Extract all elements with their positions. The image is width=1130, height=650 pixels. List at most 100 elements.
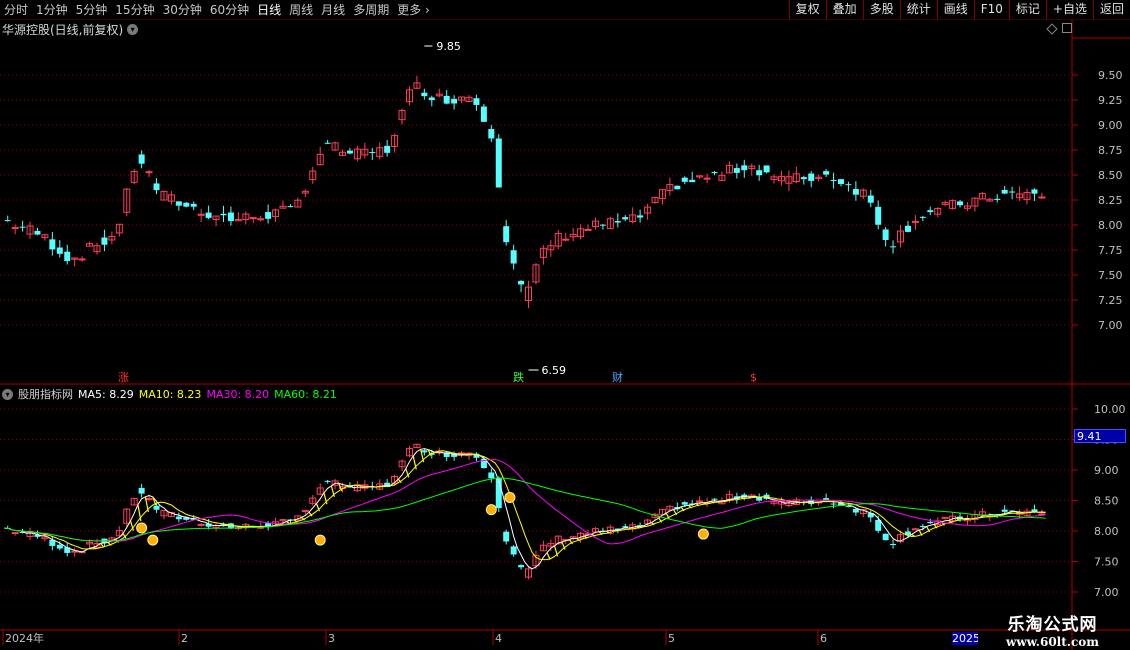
event-label-cai[interactable]: 财 bbox=[612, 371, 623, 384]
xaxis-label: 2 bbox=[181, 632, 188, 645]
ind-candle-body bbox=[175, 516, 182, 520]
main-candle-body bbox=[919, 216, 926, 218]
period-tab-4[interactable]: 30分钟 bbox=[159, 0, 206, 20]
title-dropdown-icon[interactable]: ▾ bbox=[127, 23, 139, 35]
ind-y-tick-label: 9.00 bbox=[1094, 464, 1119, 477]
main-candle-body bbox=[674, 185, 681, 190]
main-candle-body bbox=[11, 227, 19, 230]
current-price-tag: 9.41 bbox=[1074, 429, 1126, 443]
period-toolbar: 分时1分钟5分钟15分钟30分钟60分钟日线周线月线多周期更多 复权叠加多股统计… bbox=[0, 0, 1130, 20]
period-tab-1[interactable]: 1分钟 bbox=[32, 0, 72, 20]
main-candle-body bbox=[265, 212, 272, 219]
watermark: 乐淘公式网 www.60lt.com bbox=[990, 610, 1115, 649]
event-label-zhang[interactable]: 涨 bbox=[118, 371, 129, 384]
main-candle-body bbox=[249, 217, 257, 220]
period-tab-9[interactable]: 多周期 bbox=[349, 0, 393, 20]
event-label-dollar[interactable]: $ bbox=[750, 371, 757, 384]
main-candle-body bbox=[480, 106, 487, 122]
ind-candle-body bbox=[324, 480, 331, 482]
main-candle-body bbox=[64, 251, 71, 261]
main-candle-body bbox=[1001, 189, 1008, 194]
stock-title: 华源控股(日线,前复权) bbox=[2, 22, 124, 37]
tool-button-2[interactable]: 多股 bbox=[862, 0, 900, 20]
period-tab-0[interactable]: 分时 bbox=[0, 0, 32, 20]
ind-y-tick-label: 7.50 bbox=[1094, 556, 1119, 569]
ind-candle-body bbox=[495, 478, 502, 509]
main-candle-body bbox=[800, 177, 807, 180]
ind-y-tick-label: 8.50 bbox=[1094, 495, 1119, 508]
period-tab-8[interactable]: 月线 bbox=[317, 0, 349, 20]
ind-y-tick-label: 10.00 bbox=[1094, 403, 1126, 416]
watermark-cn: 乐淘公式网 bbox=[1007, 615, 1098, 635]
main-candle-body bbox=[823, 171, 830, 175]
main-candle-body bbox=[205, 212, 212, 218]
main-candle-body bbox=[138, 154, 145, 164]
period-tab-10[interactable]: 更多 bbox=[393, 0, 434, 20]
main-candle-body bbox=[287, 206, 294, 208]
signal-dot bbox=[314, 534, 326, 546]
tool-button-8[interactable]: 返回 bbox=[1092, 0, 1130, 20]
ind-candle-body bbox=[518, 565, 525, 568]
period-tab-2[interactable]: 5分钟 bbox=[72, 0, 112, 20]
period-tab-7[interactable]: 周线 bbox=[285, 0, 317, 20]
main-candle-body bbox=[689, 179, 696, 183]
main-candle-body bbox=[153, 183, 160, 191]
date-highlight: 2025 bbox=[952, 632, 978, 645]
tool-button-6[interactable]: 标记 bbox=[1008, 0, 1046, 20]
ind-y-tick-label: 8.00 bbox=[1094, 525, 1119, 538]
signal-dot bbox=[697, 528, 709, 540]
main-candle-body bbox=[830, 179, 837, 182]
indicator-name[interactable]: 股朋指标网 bbox=[18, 386, 73, 402]
signal-dot bbox=[485, 504, 497, 516]
event-label-die[interactable]: 跌 bbox=[513, 371, 524, 384]
ind-candle-body bbox=[711, 498, 718, 500]
main-candle-body bbox=[510, 250, 517, 264]
ma30-label: MA30: 8.20 bbox=[206, 387, 270, 401]
main-candle-body bbox=[904, 225, 911, 232]
ind-candle-body bbox=[488, 472, 495, 479]
main-candle-body bbox=[19, 226, 26, 228]
ind-candle-body bbox=[852, 509, 859, 513]
signal-dot bbox=[147, 534, 159, 546]
main-candle-body bbox=[733, 168, 740, 173]
main-candle-body bbox=[495, 138, 502, 188]
main-candle-body bbox=[369, 152, 376, 154]
main-candle-body bbox=[443, 95, 450, 104]
indicator-dropdown-icon[interactable]: ▾ bbox=[2, 388, 13, 400]
main-candle-body bbox=[741, 165, 748, 171]
diamond-icon[interactable] bbox=[1046, 23, 1058, 35]
main-candle-body bbox=[34, 230, 41, 235]
ind-candle-body bbox=[138, 487, 145, 494]
ma5-line bbox=[3, 448, 1046, 570]
tool-button-1[interactable]: 叠加 bbox=[825, 0, 863, 20]
high-marker-label: 9.85 bbox=[436, 40, 461, 53]
period-tab-5[interactable]: 60分钟 bbox=[206, 0, 253, 20]
main-candle-body bbox=[197, 213, 205, 216]
ind-candle-body bbox=[197, 523, 205, 526]
tool-button-5[interactable]: F10 bbox=[973, 0, 1009, 20]
ind-candle-body bbox=[696, 500, 704, 503]
main-candle-body bbox=[711, 172, 718, 174]
panel-toggle-icon[interactable] bbox=[1062, 23, 1072, 33]
main-candle-body bbox=[503, 226, 510, 243]
tool-button-4[interactable]: 画线 bbox=[936, 0, 974, 20]
tool-button-0[interactable]: 复权 bbox=[788, 0, 826, 20]
main-candle-body bbox=[599, 224, 606, 226]
main-candle-body bbox=[257, 218, 265, 221]
main-candle-body bbox=[614, 221, 621, 223]
period-tab-6[interactable]: 日线 bbox=[253, 0, 285, 20]
main-candle-body bbox=[562, 238, 570, 241]
period-tab-3[interactable]: 15分钟 bbox=[111, 0, 158, 20]
tool-button-3[interactable]: 统计 bbox=[899, 0, 937, 20]
ind-candle-body bbox=[927, 521, 934, 524]
main-candle-body bbox=[518, 280, 525, 285]
main-y-tick-label: 8.50 bbox=[1098, 169, 1123, 182]
main-candle-body bbox=[808, 173, 815, 181]
tool-button-7[interactable]: +自选 bbox=[1045, 0, 1093, 20]
ind-candle-body bbox=[756, 497, 763, 501]
main-candle-body bbox=[101, 237, 108, 245]
ind-candle-body bbox=[830, 503, 837, 505]
main-candle-body bbox=[927, 210, 934, 213]
main-candle-body bbox=[183, 202, 190, 207]
kline-chart[interactable]: 9.50 9.25 9.00 8.75 8.50 8.25 8.00 7.75 7.50 7.25… bbox=[0, 0, 1130, 650]
